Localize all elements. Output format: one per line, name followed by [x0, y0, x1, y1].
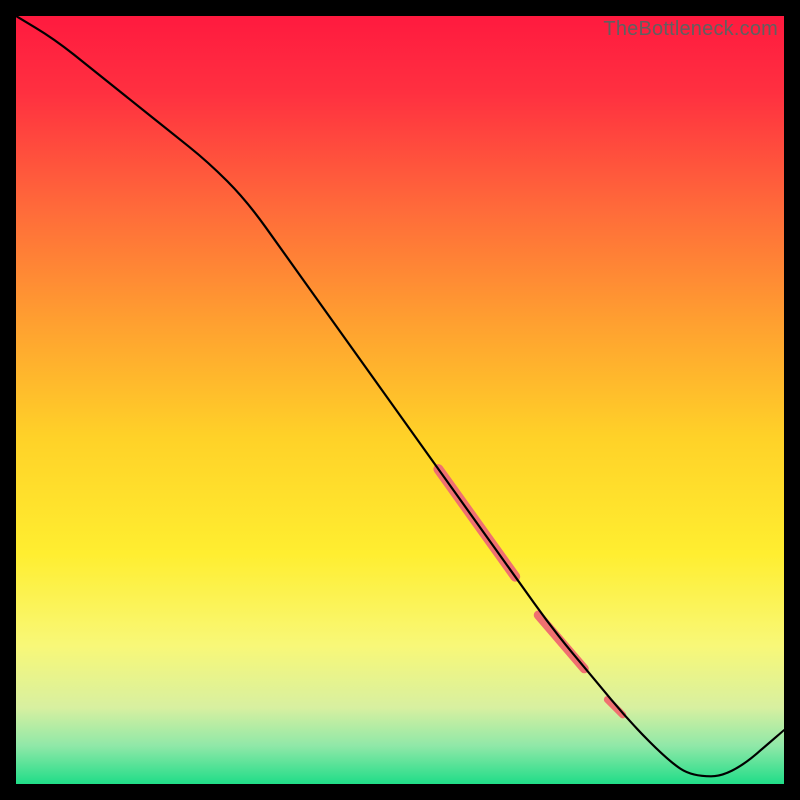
plot-area: TheBottleneck.com	[16, 16, 784, 784]
watermark-text: TheBottleneck.com	[603, 18, 778, 41]
chart-frame: TheBottleneck.com	[0, 0, 800, 800]
gradient-background	[16, 16, 784, 784]
chart-svg	[16, 16, 784, 784]
